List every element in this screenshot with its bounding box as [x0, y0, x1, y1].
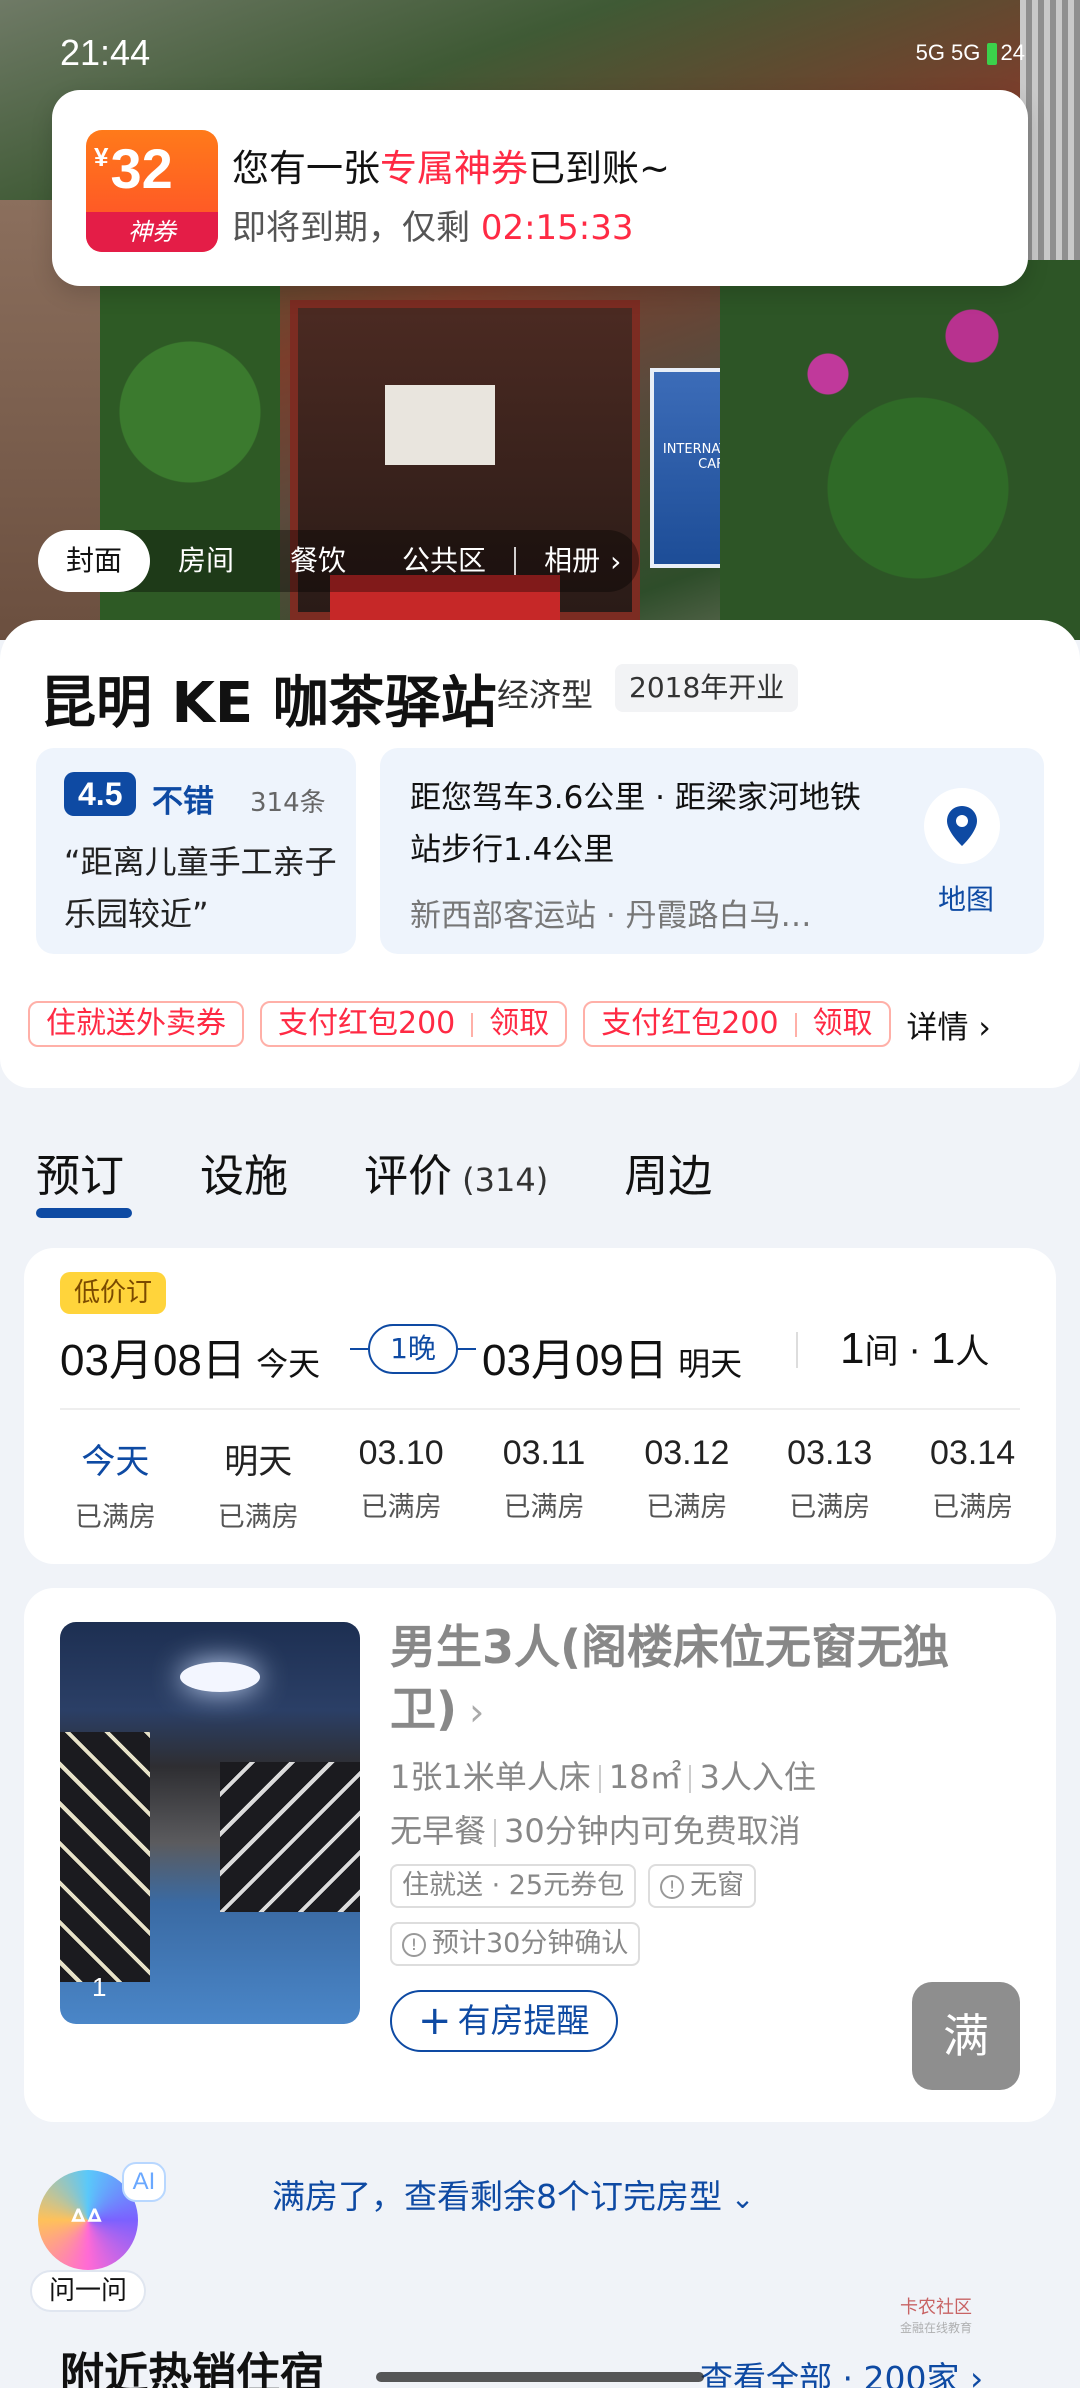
- ai-assistant-button[interactable]: ᐞᐞ AI 问一问: [30, 2160, 170, 2312]
- claim-button: 领取: [489, 1006, 550, 1041]
- coupon-title: 您有一张专属神券已到账~: [232, 147, 671, 190]
- view-all-nearby-link[interactable]: 查看全部 · 200家 ›: [700, 2352, 983, 2388]
- date-option[interactable]: 03.14 已满房: [901, 1434, 1044, 1534]
- promo-red-packet-2[interactable]: 支付红包200 领取: [583, 1001, 891, 1047]
- rating-quote: “距离儿童手工亲子乐园较近”: [64, 843, 337, 933]
- show-sold-out-rooms-link[interactable]: 满房了，查看剩余8个订完房型 ⌄: [272, 2170, 754, 2218]
- sold-out-badge: 满: [912, 1982, 1020, 2090]
- room-policies: 无早餐 30分钟内可免费取消: [390, 1812, 801, 1850]
- location-address: 新西部客运站 · 丹霞路白马…: [410, 898, 812, 934]
- map-label[interactable]: 地图: [938, 878, 994, 918]
- date-option[interactable]: 今天 已满房: [44, 1434, 187, 1534]
- low-price-tag: 低价订: [60, 1272, 167, 1314]
- section-tabs: 预订 设施 评价 (314) 周边: [36, 1140, 788, 1220]
- tab-book[interactable]: 预订: [36, 1140, 132, 1220]
- hero-projector-screen: [385, 385, 495, 465]
- room-card[interactable]: 1 男生3人(阁楼床位无窗无独卫) › 1张1米单人床 18㎡ 3人入住 无早餐 30…: [24, 1588, 1056, 2122]
- status-time: 21:44: [60, 32, 151, 73]
- date-option[interactable]: 03.11 已满房: [473, 1434, 616, 1534]
- signal-icon: 5G 5G: [915, 40, 981, 65]
- tab-dining[interactable]: 餐饮: [262, 530, 374, 592]
- checkout-date[interactable]: 03月09日 明天: [482, 1324, 742, 1388]
- map-button[interactable]: [924, 788, 1000, 864]
- nearby-hotels-title: 附近热销住宿: [60, 2349, 324, 2388]
- tab-cover[interactable]: 封面: [38, 530, 151, 592]
- divider: [60, 1408, 1020, 1410]
- date-option[interactable]: 明天 已满房: [187, 1434, 330, 1534]
- date-strip: 今天 已满房 明天 已满房 03.10 已满房 03.11 已满房 03.12 已满房 0…: [44, 1434, 1044, 1534]
- promo-row: 住就送外卖券 支付红包200 领取 支付红包200 领取 详情 ›: [28, 1000, 1068, 1048]
- date-option[interactable]: 03.13 已满房: [758, 1434, 901, 1534]
- plus-icon: +: [418, 1998, 452, 2044]
- coupon-expiry: 即将到期，仅剩 02:15:33: [232, 208, 634, 248]
- rating-word: 不错: [152, 784, 214, 820]
- watermark-logo: 卡农社区 金融在线教育: [900, 2297, 973, 2336]
- info-icon: !: [402, 1932, 426, 1957]
- promo-takeout-coupon[interactable]: 住就送外卖券: [28, 1001, 244, 1047]
- coupon-countdown: 02:15:33: [480, 208, 634, 248]
- hotel-type: 经济型: [497, 676, 594, 714]
- tab-nearby[interactable]: 周边: [624, 1140, 712, 1220]
- tag-coupon-pack: 住就送 · 25元券包: [390, 1864, 637, 1908]
- home-indicator[interactable]: [376, 2372, 704, 2382]
- tag-no-window: ! 无窗: [648, 1864, 757, 1908]
- status-indicators: 5G 5G 24: [916, 40, 1025, 66]
- map-pin-icon: [947, 806, 977, 846]
- room-title[interactable]: 男生3人(阁楼床位无窗无独卫) ›: [390, 1616, 1010, 1743]
- checkin-date[interactable]: 03月08日 今天: [60, 1324, 320, 1388]
- ai-badge: AI: [122, 2162, 166, 2202]
- tag-confirm-time: ! 预计30分钟确认: [390, 1922, 641, 1966]
- room-photo-bed-tent: [220, 1762, 360, 1912]
- chevron-down-icon: ⌄: [722, 2182, 755, 2215]
- hotel-info-card: 昆明 KE 咖茶驿站 经济型 2018年开业 4.5 不错 314条 “距离儿童…: [0, 620, 1080, 1088]
- availability-reminder-button[interactable]: + 有房提醒: [390, 1990, 618, 2052]
- info-icon: !: [660, 1874, 685, 1899]
- nights-indicator: 1晚: [350, 1324, 476, 1374]
- room-specs: 1张1米单人床 18㎡ 3人入住: [390, 1758, 816, 1796]
- ask-label: 问一问: [30, 2270, 146, 2312]
- location-card[interactable]: 距您驾车3.6公里 · 距梁家河地铁站步行1.4公里 新西部客运站 · 丹霞路白…: [380, 748, 1044, 954]
- nights-count: 1晚: [368, 1324, 458, 1374]
- hotel-name: 昆明 KE 咖茶驿站: [40, 671, 497, 736]
- promo-red-packet-1[interactable]: 支付红包200 领取: [260, 1001, 568, 1047]
- room-photo-bed-tent: [60, 1732, 150, 1982]
- promo-details-link[interactable]: 详情 ›: [907, 1002, 991, 1047]
- battery-icon: [986, 43, 997, 66]
- rating-count: 314条: [250, 788, 326, 818]
- coupon-label: 神券: [86, 212, 218, 252]
- claim-button: 领取: [812, 1006, 873, 1041]
- tab-reviews[interactable]: 评价 (314): [364, 1140, 548, 1220]
- date-option[interactable]: 03.12 已满房: [615, 1434, 758, 1534]
- location-distance: 距您驾车3.6公里 · 距梁家河地铁站步行1.4公里: [410, 780, 861, 868]
- battery-level: 24: [1000, 40, 1025, 65]
- chevron-right-icon: ›: [457, 1690, 485, 1734]
- room-tags: 住就送 · 25元券包 ! 无窗: [390, 1864, 768, 1908]
- coupon-notification[interactable]: ¥32 神券 您有一张专属神券已到账~ 即将到期，仅剩 02:15:33: [52, 90, 1028, 286]
- divider: [796, 1332, 798, 1368]
- rooms-guests-selector[interactable]: 1间 · 1人: [840, 1324, 989, 1374]
- coupon-badge: ¥32 神券: [86, 130, 218, 252]
- coupon-amount: ¥32: [94, 137, 173, 200]
- date-selector-card: 低价订 03月08日 今天 1晚 03月09日 明天 1间 · 1人 今天 已满房…: [24, 1248, 1056, 1564]
- rating-score: 4.5: [64, 772, 137, 816]
- hero-flowers: [720, 260, 1080, 640]
- tab-rooms[interactable]: 房间: [150, 530, 262, 592]
- tab-divider: [514, 547, 517, 575]
- tab-public-area[interactable]: 公共区: [374, 530, 514, 592]
- rating-card[interactable]: 4.5 不错 314条 “距离儿童手工亲子乐园较近”: [36, 748, 356, 954]
- hotel-opened-badge: 2018年开业: [615, 664, 799, 712]
- tab-album[interactable]: 相册: [516, 530, 606, 592]
- room-photo[interactable]: 1: [60, 1622, 360, 2024]
- hero-gallery-tabs: 封面 房间 餐饮 公共区 相册 ›: [38, 530, 640, 592]
- room-photo-lamp: [180, 1662, 260, 1692]
- room-tags-2: ! 预计30分钟确认: [390, 1922, 652, 1966]
- chevron-right-icon[interactable]: ›: [610, 545, 621, 578]
- tab-facilities[interactable]: 设施: [200, 1140, 288, 1220]
- photo-count: 1: [92, 1972, 107, 2002]
- date-option[interactable]: 03.10 已满房: [330, 1434, 473, 1534]
